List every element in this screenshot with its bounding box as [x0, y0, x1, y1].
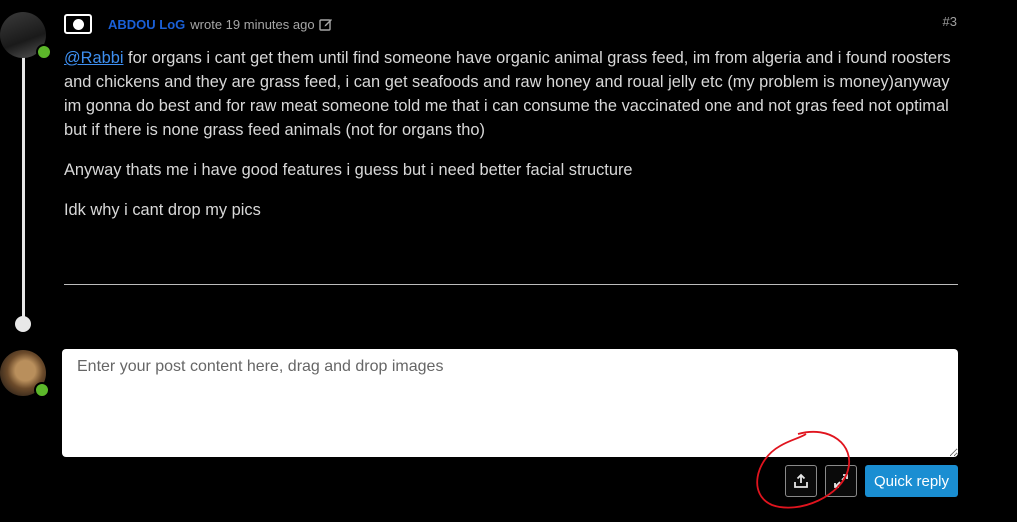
timeline-line: [22, 40, 25, 325]
user-group-badge: [64, 14, 92, 34]
timeline-dot: [15, 316, 31, 332]
post-paragraph-text: for organs i cant get them until find so…: [64, 49, 951, 139]
edit-icon[interactable]: [318, 17, 333, 31]
post-index[interactable]: #3: [943, 14, 957, 29]
upload-icon: [794, 473, 808, 488]
post-paragraph: Anyway thats me i have good features i g…: [64, 161, 633, 179]
post-header: ABDOU LoG wrote 19 minutes ago: [64, 12, 333, 36]
post-paragraph: Idk why i cant drop my pics: [64, 201, 261, 219]
post-timestamp: wrote 19 minutes ago: [190, 16, 315, 32]
post-divider: [64, 284, 958, 285]
post-body: @Rabbi for organs i cant get them until …: [64, 46, 959, 238]
expand-composer-button[interactable]: [825, 465, 857, 497]
quick-reply-button[interactable]: Quick reply: [865, 465, 958, 497]
user-mention-link[interactable]: @Rabbi: [64, 49, 123, 67]
quick-reply-composer: [62, 349, 958, 457]
post-content-input[interactable]: [62, 349, 958, 457]
post-paragraph: @Rabbi for organs i cant get them until …: [64, 46, 959, 142]
author-username[interactable]: ABDOU LoG: [108, 17, 185, 32]
online-status-indicator: [34, 382, 50, 398]
online-status-indicator: [36, 44, 52, 60]
upload-button[interactable]: [785, 465, 817, 497]
expand-icon: [834, 474, 848, 488]
circle-icon: [72, 18, 84, 30]
